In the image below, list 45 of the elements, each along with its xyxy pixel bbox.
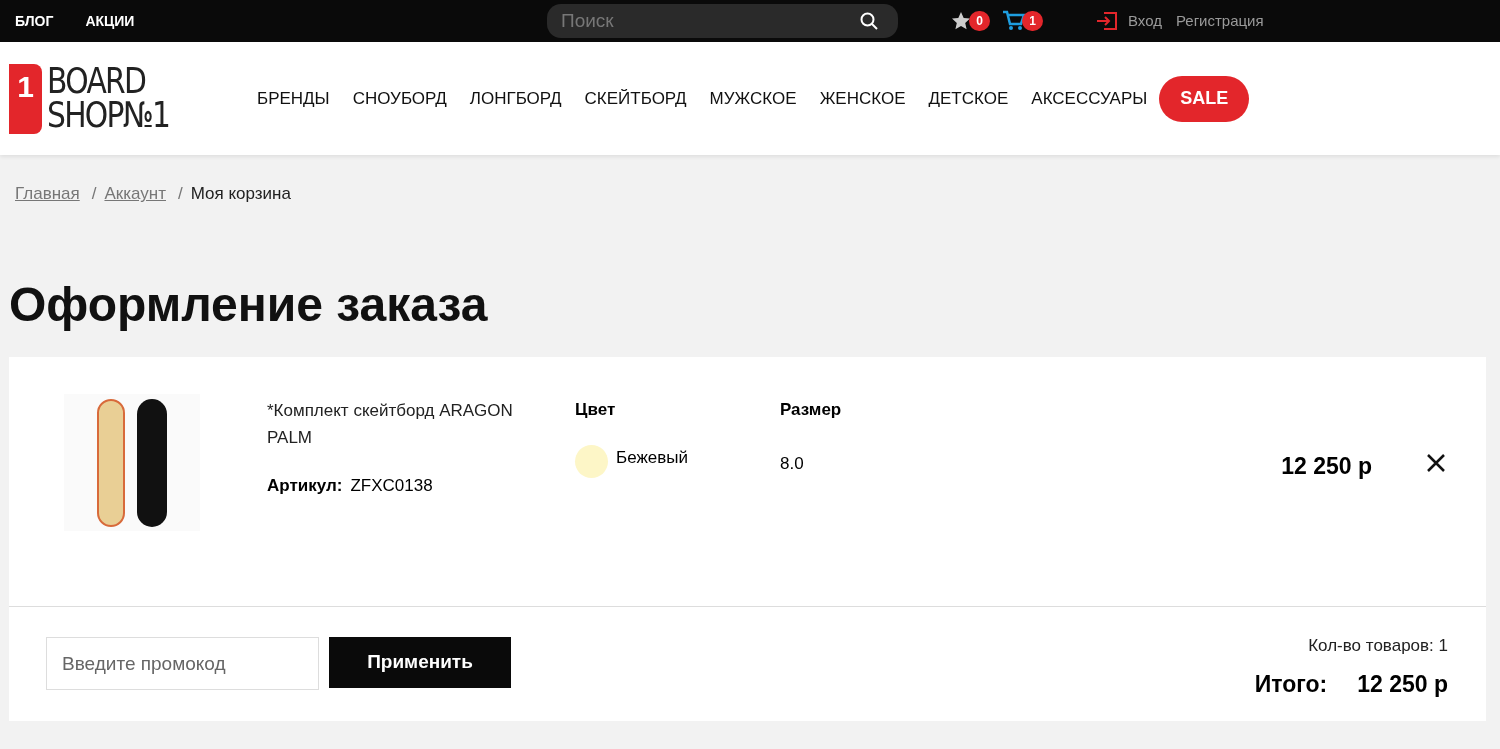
- cart-count-badge: 1: [1022, 11, 1043, 31]
- login-link[interactable]: Вход: [1128, 9, 1162, 33]
- total-label: Итого:: [1254, 669, 1328, 699]
- top-link[interactable]: БЛОГ: [15, 10, 54, 32]
- nav-link[interactable]: ЛОНГБОРД: [469, 85, 562, 112]
- page-title: Оформление заказа: [8, 281, 489, 329]
- nav-link[interactable]: АКСЕССУАРЫ: [1031, 85, 1148, 112]
- breadcrumb-current: Моя корзина: [190, 183, 291, 206]
- register-link[interactable]: Регистрация: [1175, 9, 1264, 33]
- product-name[interactable]: *Комплект скейтборд ARAGON PALM: [267, 397, 552, 451]
- color-heading: Цвет: [575, 399, 617, 421]
- nav-link[interactable]: БРЕНДЫ: [257, 85, 330, 112]
- favorites-button[interactable]: 0: [951, 11, 990, 31]
- close-icon[interactable]: [1426, 453, 1446, 473]
- promo-code-field[interactable]: Введите промокод: [46, 637, 319, 690]
- logo-text: SHOP№1: [47, 98, 170, 132]
- logo-mark[interactable]: 1: [9, 63, 42, 134]
- search-field[interactable]: Поиск: [547, 4, 898, 38]
- search-icon[interactable]: [860, 12, 878, 30]
- logo-text: BOARD: [47, 65, 146, 99]
- login-icon[interactable]: [1096, 12, 1118, 30]
- sku-label: Артикул:: [267, 475, 343, 497]
- breadcrumb-link[interactable]: Аккаунт: [104, 181, 166, 207]
- nav-link[interactable]: СНОУБОРД: [352, 85, 447, 112]
- nav-link[interactable]: ЖЕНСКОЕ: [819, 85, 906, 112]
- favorites-count-badge: 0: [969, 11, 990, 31]
- top-link[interactable]: АКЦИИ: [85, 10, 135, 32]
- nav-link[interactable]: МУЖСКОЕ: [709, 85, 797, 112]
- star-icon: [951, 11, 971, 31]
- item-price: 12 250 р: [1281, 452, 1372, 481]
- size-value: 8.0: [780, 452, 805, 475]
- sku-value: ZFXC0138: [350, 475, 433, 497]
- nav-link[interactable]: ДЕТСКОЕ: [928, 85, 1009, 112]
- nav-link[interactable]: СКЕЙТБОРД: [584, 85, 687, 112]
- apply-button[interactable]: Применить: [329, 637, 511, 688]
- sale-button[interactable]: SALE: [1159, 75, 1250, 122]
- breadcrumb-separator: /: [178, 183, 183, 206]
- breadcrumb-separator: /: [91, 183, 97, 206]
- size-heading: Размер: [780, 399, 842, 421]
- cart-icon: [1002, 10, 1026, 32]
- color-name: Бежевый: [616, 447, 688, 470]
- item-count: Кол-во товаров: 1: [1307, 635, 1448, 657]
- total-value: 12 250 р: [1357, 669, 1448, 699]
- breadcrumb-link[interactable]: Главная: [15, 181, 80, 207]
- cart-button[interactable]: 1: [1002, 10, 1043, 32]
